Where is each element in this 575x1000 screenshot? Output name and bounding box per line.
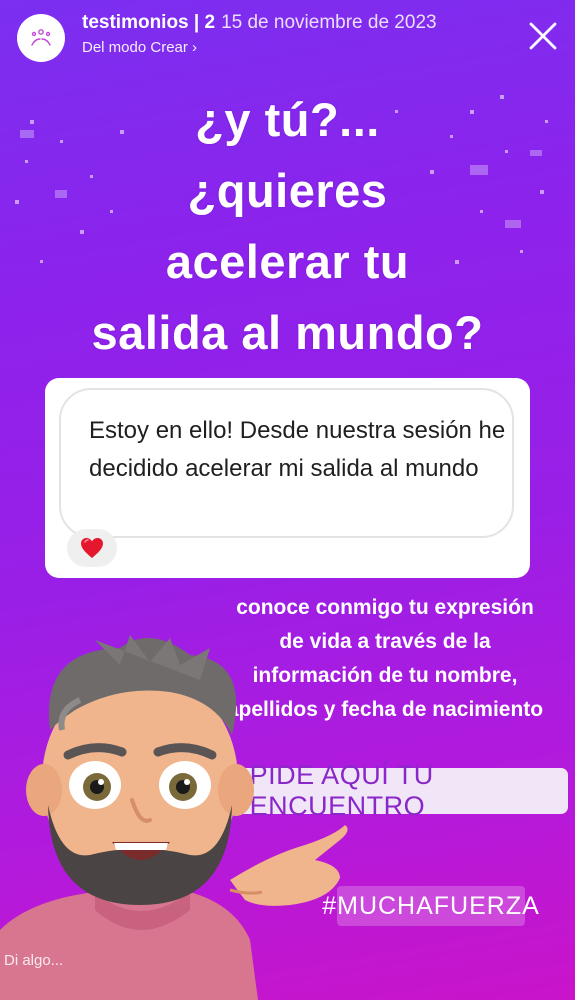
headline-line: ¿y tú?... [195,93,380,146]
story-header: testimonios | 2 15 de noviembre de 2023 D… [0,0,575,70]
hands-sparkle-icon [31,29,51,46]
reply-bubble: Estoy en ello! Desde nuestra sesión he d… [59,388,514,538]
headline-line: ¿quieres [187,164,388,217]
profile-avatar[interactable] [17,14,65,62]
account-name[interactable]: testimonios | 2 [82,12,215,33]
headline-line: salida al mundo? [91,306,484,359]
story-title: testimonios | 2 15 de noviembre de 2023 [82,12,437,34]
heart-reaction [67,529,117,567]
headline-line: acelerar tu [165,235,410,288]
close-icon[interactable] [527,20,559,52]
reply-text: Estoy en ello! Desde nuestra sesión he d… [89,417,506,482]
post-date: 15 de noviembre de 2023 [221,12,437,33]
reply-input[interactable]: Di algo... [4,952,63,969]
hashtag-sticker[interactable]: #MUCHAFUERZA [322,886,539,926]
reply-card: Estoy en ello! Desde nuestra sesión he d… [45,378,530,578]
source-label[interactable]: Del modo Crear › [82,39,197,56]
memoji-illustration [0,635,348,1000]
heart-icon [81,538,103,558]
story-headline: ¿y tú?... ¿quieres acelerar tu salida al… [0,84,575,368]
